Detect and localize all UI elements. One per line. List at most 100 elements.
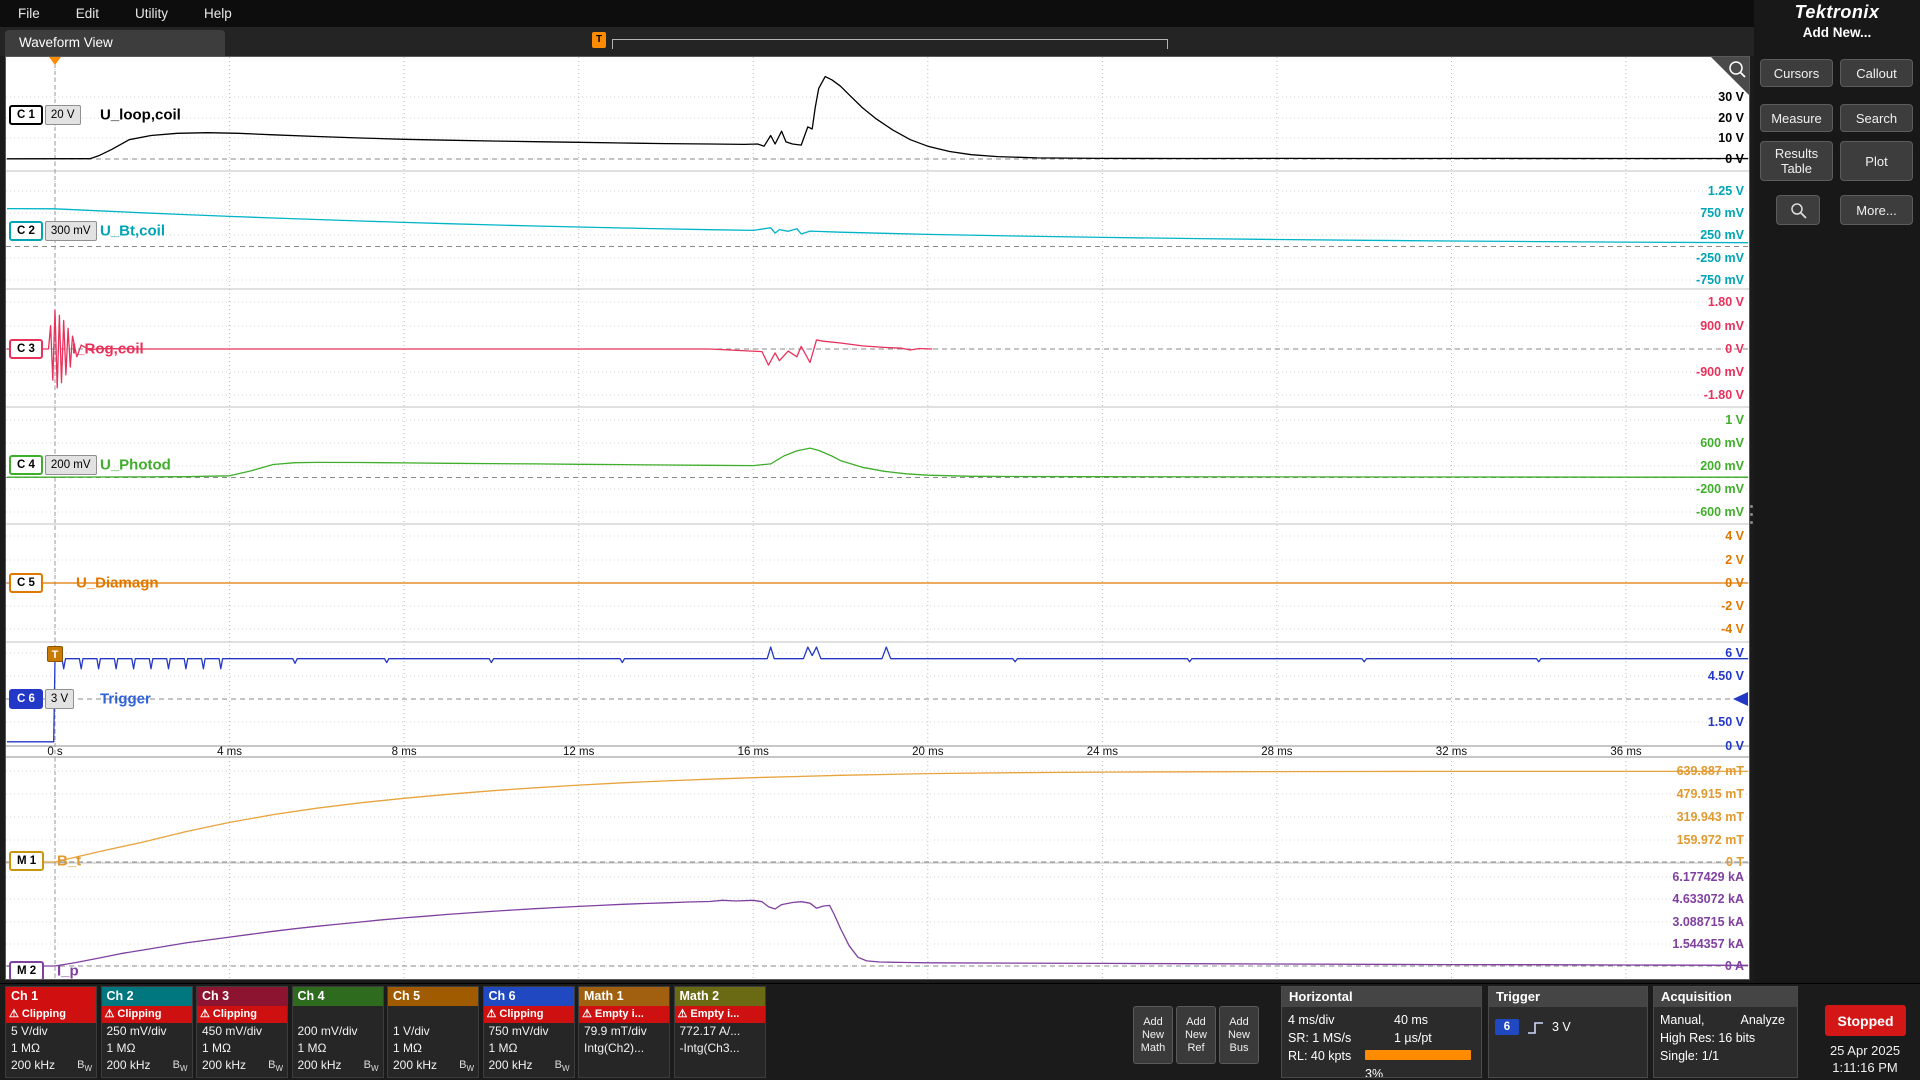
menu-bar: File Edit Utility Help bbox=[0, 0, 1754, 27]
channel-setting: 200 kHzBW bbox=[102, 1057, 192, 1074]
waveform-canvas[interactable] bbox=[6, 57, 1749, 979]
x-axis-label: 24 ms bbox=[1087, 747, 1118, 757]
channel-card-ch-2[interactable]: Ch 2⚠ Clipping250 mV/div1 MΩ200 kHzBW bbox=[101, 986, 193, 1078]
add-new-math-button[interactable]: AddNewMath bbox=[1133, 1006, 1173, 1064]
channel-badge-m2[interactable]: M 2 bbox=[9, 961, 44, 980]
results-table-button[interactable]: Results Table bbox=[1760, 141, 1833, 181]
trace-C4 bbox=[7, 448, 1748, 477]
acquisition-panel[interactable]: Acquisition Manual,Analyze High Res: 16 … bbox=[1653, 986, 1798, 1078]
search-button[interactable]: Search bbox=[1840, 104, 1913, 132]
channel-setting: 250 mV/div bbox=[102, 1023, 192, 1040]
channel-card-tab[interactable]: Ch 2 bbox=[102, 987, 192, 1006]
channel-card-ch-5[interactable]: Ch 51 V/div1 MΩ200 kHzBW bbox=[387, 986, 479, 1078]
trigger-position-marker[interactable] bbox=[49, 57, 61, 65]
scale-label: -900 mV bbox=[1696, 365, 1744, 379]
scale-label: 30 V bbox=[1718, 90, 1744, 104]
channel-scale-value: 200 mV bbox=[45, 455, 97, 475]
measure-button[interactable]: Measure bbox=[1760, 104, 1833, 132]
scale-label: 10 V bbox=[1718, 131, 1744, 145]
channel-card-math-1[interactable]: Math 1⚠ Empty i...79.9 mT/divIntg(Ch2)..… bbox=[578, 986, 670, 1078]
magnifier-icon bbox=[1790, 202, 1807, 219]
trace-M2 bbox=[7, 900, 1748, 966]
channel-card-ch-6[interactable]: Ch 6⚠ Clipping750 mV/div1 MΩ200 kHzBW bbox=[483, 986, 575, 1078]
channel-card-tab[interactable]: Math 1 bbox=[579, 987, 669, 1006]
trigger-panel-title: Trigger bbox=[1489, 987, 1647, 1007]
channel-card-tab[interactable]: Ch 6 bbox=[484, 987, 574, 1006]
channel-tag: C 2 bbox=[9, 221, 43, 241]
scale-label: 4.50 V bbox=[1708, 669, 1744, 683]
run-stop-button[interactable]: Stopped bbox=[1825, 1005, 1906, 1036]
trace-M1 bbox=[7, 771, 1748, 862]
x-axis-label: 8 ms bbox=[392, 747, 417, 757]
channel-card-math-2[interactable]: Math 2⚠ Empty i...772.17 A/...-Intg(Ch3.… bbox=[674, 986, 766, 1078]
channel-badge-m1[interactable]: M 1 bbox=[9, 851, 44, 871]
scale-label: 0 A bbox=[1725, 959, 1744, 973]
scale-label: 250 mV bbox=[1700, 228, 1744, 242]
add-new-ref-button[interactable]: AddNewRef bbox=[1176, 1006, 1216, 1064]
zoom-button[interactable] bbox=[1776, 195, 1820, 225]
date-time: 25 Apr 2025 1:11:16 PM bbox=[1810, 1042, 1920, 1076]
channel-card-ch-1[interactable]: Ch 1⚠ Clipping5 V/div1 MΩ200 kHzBW bbox=[5, 986, 97, 1078]
add-new-bus-button[interactable]: AddNewBus bbox=[1219, 1006, 1259, 1064]
scale-label: 750 mV bbox=[1700, 206, 1744, 220]
time-label: 1:11:16 PM bbox=[1810, 1059, 1920, 1076]
scale-label: 3.088715 kA bbox=[1672, 915, 1744, 929]
status-bar: AddNewMath AddNewRef AddNewBus Horizonta… bbox=[0, 983, 1920, 1080]
scale-label: -200 mV bbox=[1696, 482, 1744, 496]
channel-setting: Intg(Ch2)... bbox=[579, 1040, 669, 1057]
menu-utility[interactable]: Utility bbox=[117, 0, 186, 27]
trigger-level-arrow-icon[interactable] bbox=[1733, 692, 1748, 706]
scale-label: 319.943 mT bbox=[1677, 810, 1744, 824]
trigger-position-icon[interactable]: T bbox=[592, 32, 606, 48]
channel-badge-c6[interactable]: C 63 V bbox=[9, 689, 74, 709]
acquisition-analyze: Analyze bbox=[1741, 1011, 1785, 1029]
channel-setting: 1 MΩ bbox=[484, 1040, 574, 1057]
acquisition-resolution: High Res: 16 bits bbox=[1660, 1029, 1755, 1047]
scale-label: 6.177429 kA bbox=[1672, 870, 1744, 884]
channel-setting: 5 V/div bbox=[6, 1023, 96, 1040]
menu-edit[interactable]: Edit bbox=[58, 0, 117, 27]
channel-card-ch-4[interactable]: Ch 4200 mV/div1 MΩ200 kHzBW bbox=[292, 986, 384, 1078]
channel-card-tab[interactable]: Ch 1 bbox=[6, 987, 96, 1006]
waveform-plot-area[interactable]: T 0 s4 ms8 ms12 ms16 ms20 ms24 ms28 ms32… bbox=[5, 56, 1750, 980]
channel-card-ch-3[interactable]: Ch 3⚠ Clipping450 mV/div1 MΩ200 kHzBW bbox=[196, 986, 288, 1078]
menu-help[interactable]: Help bbox=[186, 0, 250, 27]
bandwidth-limit-icon: BW bbox=[364, 1057, 379, 1074]
channel-setting: 1 MΩ bbox=[197, 1040, 287, 1057]
scale-label: 639.887 mT bbox=[1677, 764, 1744, 778]
bandwidth-limit-icon: BW bbox=[77, 1057, 92, 1074]
scale-label: 6 V bbox=[1725, 646, 1744, 660]
channel-setting: 200 kHzBW bbox=[6, 1057, 96, 1074]
horizontal-scale: 4 ms/div bbox=[1288, 1011, 1394, 1029]
scale-label: -2 V bbox=[1721, 599, 1744, 613]
bandwidth-limit-icon: BW bbox=[268, 1057, 283, 1074]
callout-button[interactable]: Callout bbox=[1840, 59, 1913, 87]
acquisition-window-bracket[interactable] bbox=[612, 39, 1168, 49]
channel-card-tab[interactable]: Ch 4 bbox=[293, 987, 383, 1006]
channel-card-tab[interactable]: Ch 5 bbox=[388, 987, 478, 1006]
channel-badge-c2[interactable]: C 2300 mV bbox=[9, 221, 97, 241]
channel-badge-c3[interactable]: C 3 bbox=[9, 339, 43, 359]
waveform-view-tab[interactable]: Waveform View bbox=[5, 30, 225, 56]
x-axis-label: 4 ms bbox=[217, 747, 242, 757]
horizontal-panel[interactable]: Horizontal 4 ms/div40 ms SR: 1 MS/s1 µs/… bbox=[1281, 986, 1482, 1078]
menu-file[interactable]: File bbox=[0, 0, 58, 27]
trigger-source-marker[interactable]: T bbox=[47, 646, 63, 662]
scale-label: 4.633072 kA bbox=[1672, 892, 1744, 906]
clipping-warning: ⚠ Empty i... bbox=[579, 1006, 669, 1023]
more-button[interactable]: More... bbox=[1840, 195, 1913, 225]
channel-card-tab[interactable]: Math 2 bbox=[675, 987, 765, 1006]
cursors-button[interactable]: Cursors bbox=[1760, 59, 1833, 87]
trigger-panel[interactable]: Trigger 6 3 V bbox=[1488, 986, 1648, 1078]
channel-badge-c1[interactable]: C 120 V bbox=[9, 105, 81, 125]
trace-name-label: U_Diamagn bbox=[76, 575, 159, 592]
channel-badge-c4[interactable]: C 4200 mV bbox=[9, 455, 97, 475]
x-axis-label: 12 ms bbox=[563, 747, 594, 757]
channel-setting: 1 MΩ bbox=[102, 1040, 192, 1057]
channel-setting: 200 kHzBW bbox=[484, 1057, 574, 1074]
channel-card-tab[interactable]: Ch 3 bbox=[197, 987, 287, 1006]
plot-button[interactable]: Plot bbox=[1840, 141, 1913, 181]
channel-badge-c5[interactable]: C 5 bbox=[9, 573, 43, 593]
x-axis-label: 36 ms bbox=[1610, 747, 1641, 757]
channel-tag: C 3 bbox=[9, 339, 43, 359]
